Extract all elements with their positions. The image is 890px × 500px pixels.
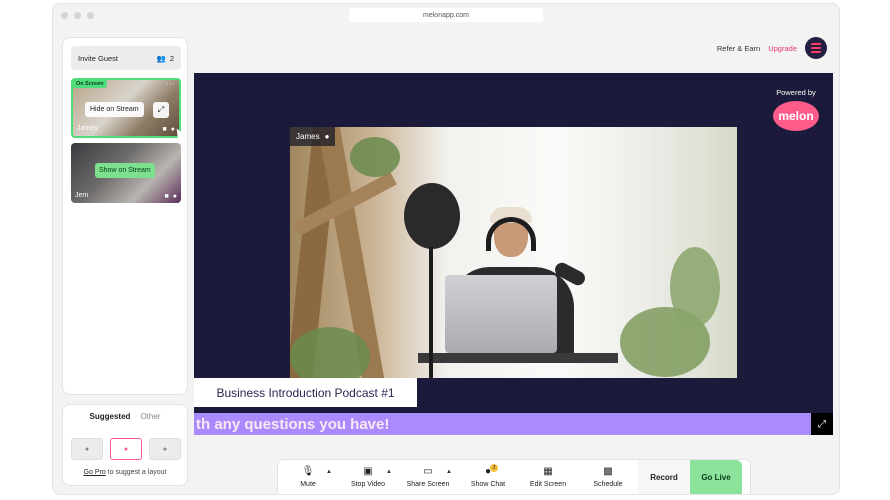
- guest-count-value: 2: [169, 53, 174, 63]
- refer-earn-link[interactable]: Refer & Earn: [717, 44, 760, 53]
- guest-count: 👥 2: [156, 54, 174, 63]
- stop-video-button[interactable]: ▣ ▲ Stop Video: [338, 460, 398, 494]
- stop-video-label: Stop Video: [350, 481, 386, 488]
- edit-screen-button[interactable]: ▦ Edit Screen: [518, 460, 578, 494]
- layout-tabs: Suggested Other: [63, 412, 187, 421]
- video-scene: [670, 247, 720, 327]
- share-screen-label: Share Screen: [406, 481, 450, 488]
- layouts-panel: Suggested Other ● ● ● Go Pro to suggest …: [62, 404, 188, 486]
- window-close-dot[interactable]: [61, 11, 68, 19]
- mute-button[interactable]: 🎙 ▲ Mute: [278, 460, 338, 494]
- layout-options: ● ● ●: [71, 438, 181, 460]
- guest-controls: ■ ●: [165, 193, 177, 200]
- video-scene: [290, 327, 370, 378]
- mute-label: Mute: [300, 481, 316, 488]
- person-icon: ●: [162, 445, 168, 453]
- on-screen-badge: On Screen: [73, 80, 107, 88]
- address-bar[interactable]: melonapp.com: [349, 8, 543, 22]
- melon-logo-icon[interactable]: [805, 37, 827, 59]
- microphone-icon[interactable]: ●: [173, 193, 177, 200]
- guest-thumbnail-james[interactable]: On Screen ··· Hide on Stream ⤢ James ■ ●: [71, 78, 181, 138]
- top-right-nav: Refer & Earn Upgrade: [717, 37, 827, 59]
- guest-name: Jem: [75, 192, 89, 199]
- layout-option-grid[interactable]: ●: [71, 438, 103, 460]
- stream-title-banner[interactable]: Business Introduction Podcast #1: [194, 378, 417, 407]
- go-live-button[interactable]: Go Live: [690, 460, 742, 494]
- chat-count-badge: 3: [490, 464, 498, 472]
- show-on-stream-button[interactable]: Show on Stream: [95, 163, 155, 178]
- video-scene: [429, 247, 433, 378]
- person-icon: ●: [123, 445, 129, 453]
- invite-guest-button[interactable]: Invite Guest 👥 2: [71, 46, 181, 70]
- title-bar: melonapp.com: [53, 4, 839, 26]
- go-pro-link[interactable]: Go Pro: [84, 469, 106, 476]
- speaker-video: James ●: [290, 127, 737, 378]
- hide-on-stream-button[interactable]: Hide on Stream: [85, 102, 144, 117]
- powered-by-label: Powered by: [776, 88, 816, 97]
- control-toolbar: 🎙 ▲ Mute ▣ ▲ Stop Video ▭ ▲ Share Screen…: [277, 459, 751, 494]
- guest-name: James: [77, 125, 98, 132]
- video-scene: [445, 275, 557, 353]
- show-chat-label: Show Chat: [470, 481, 506, 488]
- guest-thumbnail-jem[interactable]: Show on Stream Jem ■ ●: [71, 143, 181, 203]
- show-chat-button[interactable]: ● 3 Show Chat: [458, 460, 518, 494]
- share-screen-button[interactable]: ▭ ▲ Share Screen: [398, 460, 458, 494]
- calendar-icon: ▩: [603, 466, 613, 477]
- app-window: melonapp.com Refer & Earn Upgrade Invite…: [52, 3, 840, 495]
- layout-option-split[interactable]: ●: [149, 438, 181, 460]
- fullscreen-icon[interactable]: ⤢: [811, 413, 833, 435]
- guests-panel: Invite Guest 👥 2 On Screen ··· Hide on S…: [62, 37, 188, 395]
- edit-screen-label: Edit Screen: [529, 481, 567, 488]
- schedule-label: Schedule: [593, 481, 623, 488]
- person-icon: ●: [84, 445, 90, 453]
- schedule-button[interactable]: ▩ Schedule: [578, 460, 638, 494]
- ticker-banner[interactable]: th any questions you have!: [194, 413, 833, 435]
- microphone-icon: ●: [324, 132, 330, 141]
- people-icon: 👥: [156, 53, 166, 63]
- go-pro-hint: Go Pro to suggest a layout: [63, 469, 187, 476]
- camera-icon[interactable]: ■: [163, 126, 167, 133]
- stream-stage: Powered by melon James ● Business Introd…: [194, 73, 833, 435]
- caret-up-icon[interactable]: ▲: [326, 469, 332, 475]
- caret-up-icon[interactable]: ▲: [386, 469, 392, 475]
- microphone-icon: 🎙: [301, 466, 315, 477]
- speaker-name-tag: James ●: [290, 127, 336, 146]
- video-scene: [418, 353, 618, 363]
- layout-grid-icon: ▦: [543, 466, 553, 477]
- video-camera-icon: ▣: [363, 466, 373, 477]
- more-options-icon[interactable]: ···: [167, 81, 176, 88]
- record-button[interactable]: Record: [638, 460, 690, 494]
- tab-suggested[interactable]: Suggested: [90, 412, 131, 421]
- video-scene: [404, 183, 460, 249]
- monitor-icon: ▭: [423, 466, 433, 477]
- window-zoom-dot[interactable]: [87, 11, 94, 19]
- camera-icon[interactable]: ■: [165, 193, 169, 200]
- layout-option-solo[interactable]: ●: [110, 438, 142, 460]
- speaker-name: James: [296, 132, 320, 141]
- go-pro-suffix: to suggest a layout: [105, 469, 167, 476]
- melon-brand-logo: melon: [773, 101, 819, 131]
- powered-by-badge: Powered by melon: [773, 88, 819, 131]
- video-scene: [350, 137, 400, 177]
- invite-guest-label: Invite Guest: [78, 53, 119, 63]
- upgrade-link[interactable]: Upgrade: [768, 44, 797, 53]
- caret-up-icon[interactable]: ▲: [446, 469, 452, 475]
- window-minimize-dot[interactable]: [74, 11, 81, 19]
- expand-icon[interactable]: ⤢: [153, 102, 169, 118]
- tab-other[interactable]: Other: [140, 412, 160, 421]
